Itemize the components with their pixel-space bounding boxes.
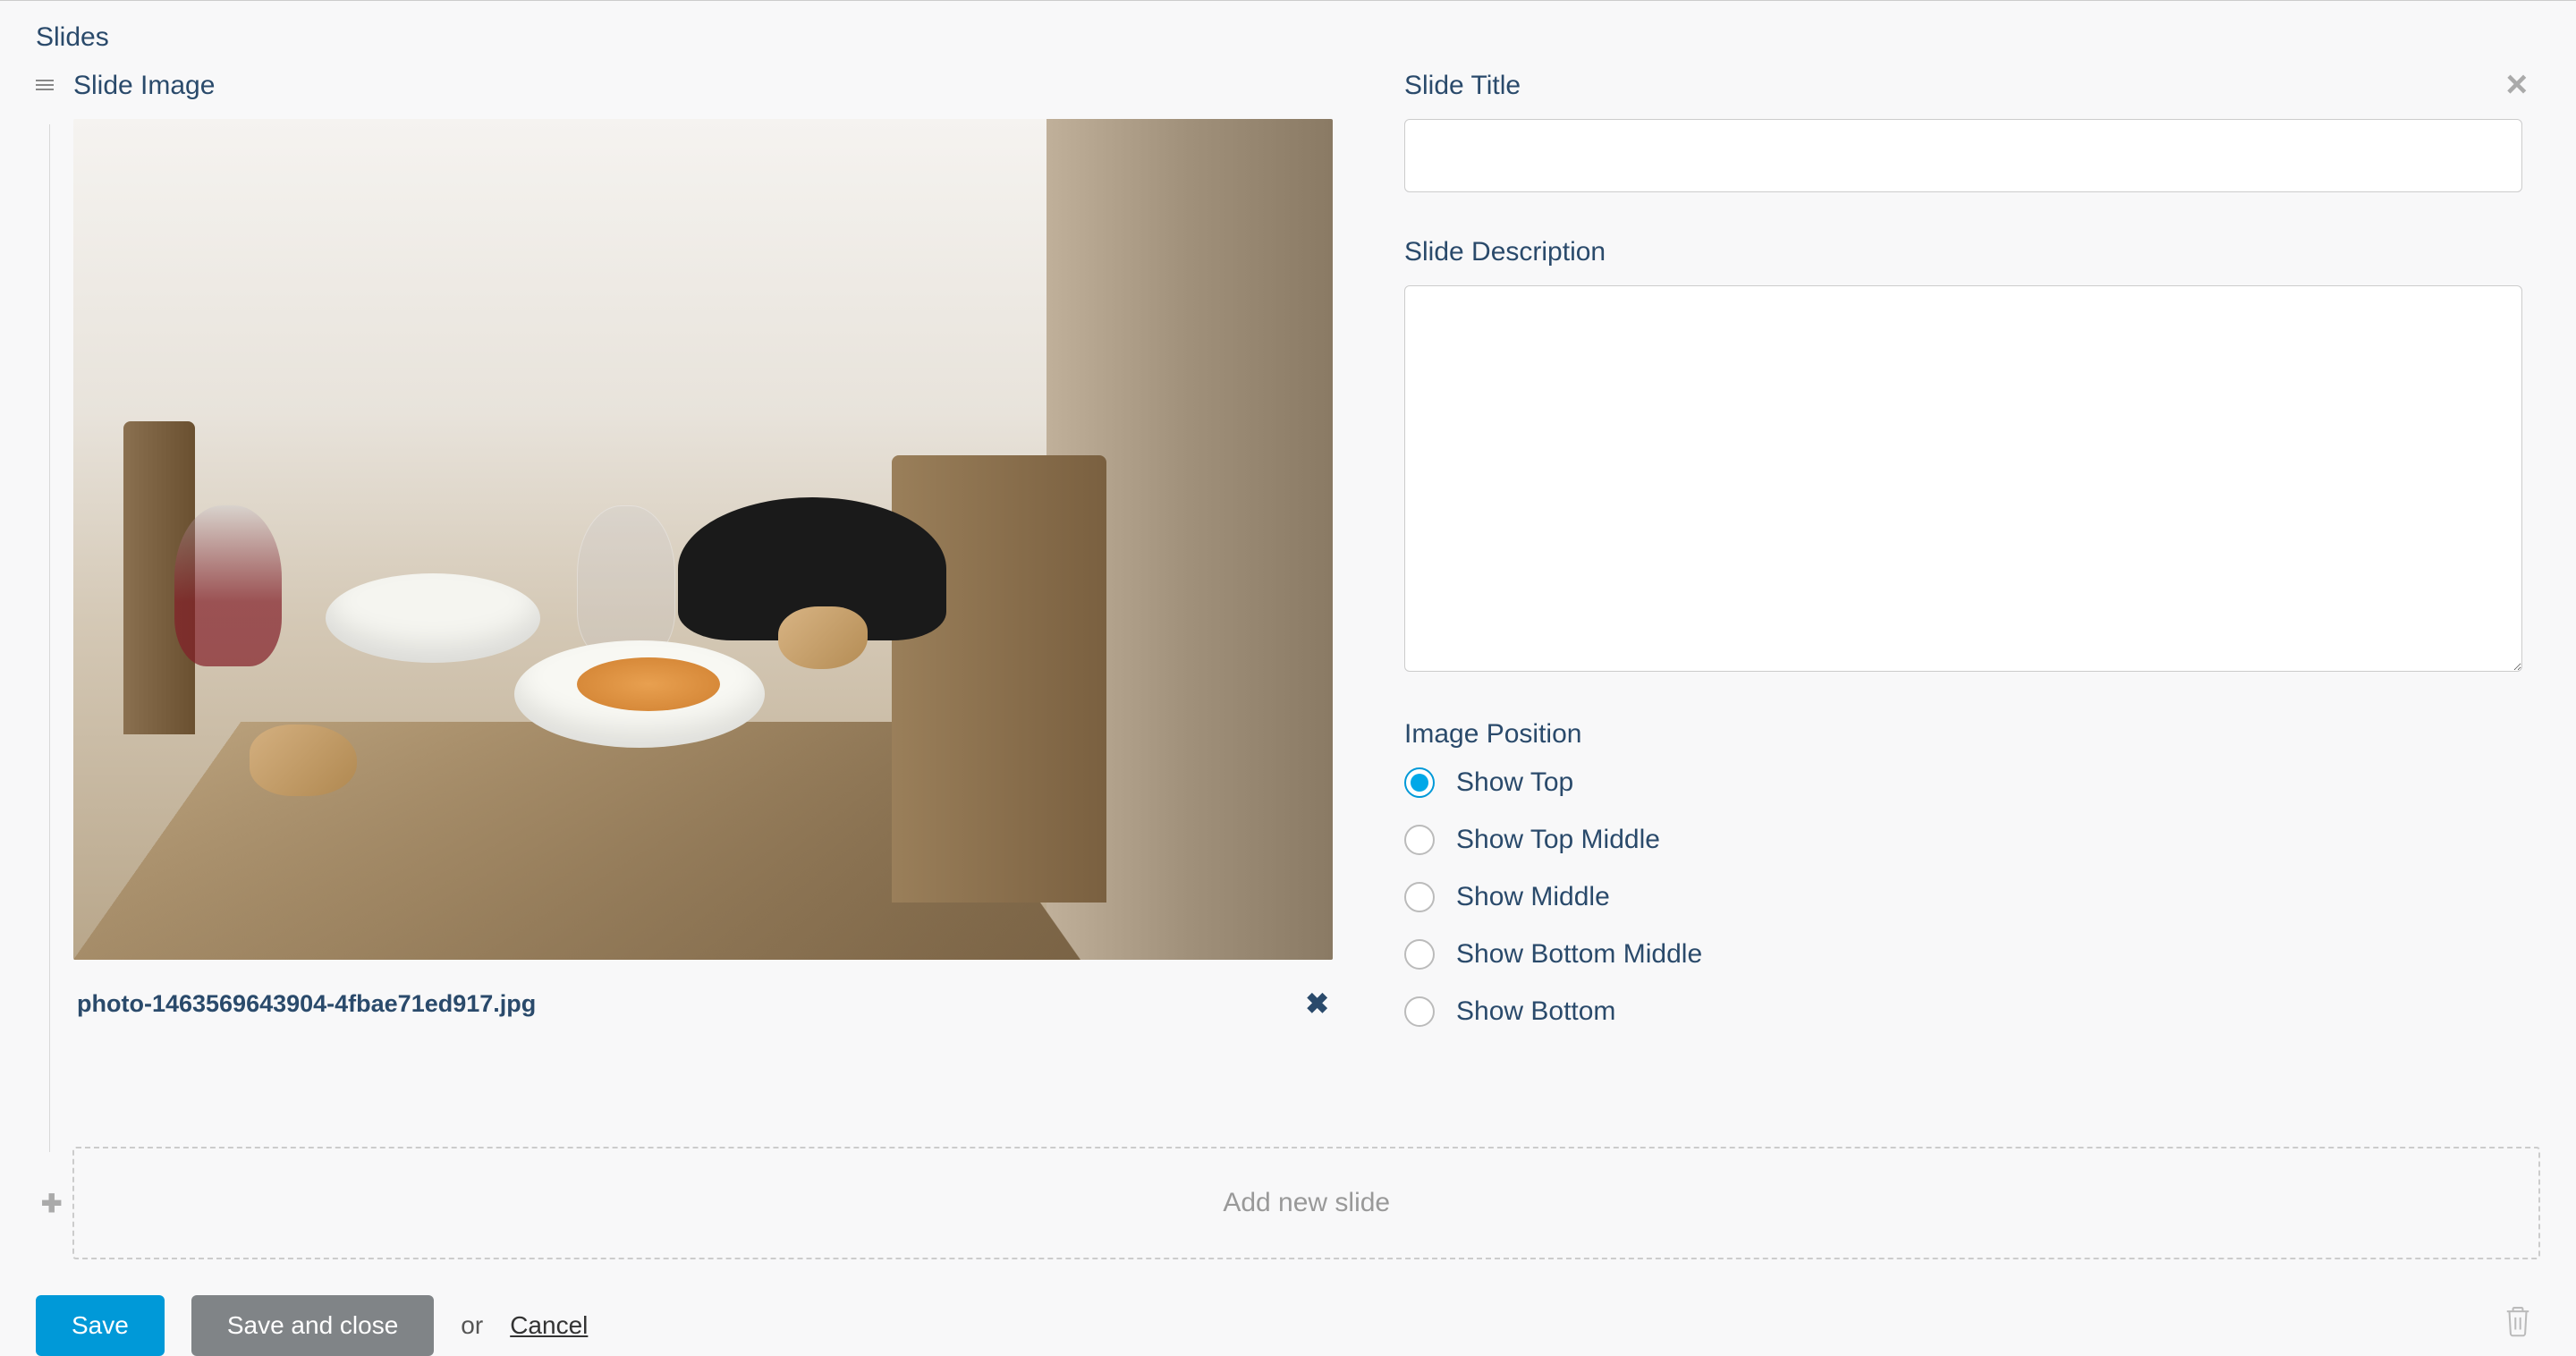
image-position-radio-group: Show Top Show Top Middle Show Middle Show B… [1404, 767, 2522, 1027]
radio-label: Show Top [1456, 767, 1573, 798]
close-slide-icon[interactable]: × [2505, 65, 2528, 103]
or-text: or [461, 1311, 483, 1340]
slide-title-input[interactable] [1404, 119, 2522, 192]
image-position-option[interactable]: Show Middle [1404, 882, 2522, 912]
slide-image-preview[interactable] [73, 119, 1333, 960]
radio-icon[interactable] [1404, 996, 1435, 1027]
add-new-slide-button[interactable]: Add new slide [72, 1147, 2540, 1259]
slide-image-filename: photo-1463569643904-4fbae71ed917.jpg [77, 990, 536, 1018]
add-slide-plus-icon[interactable]: ✚ [36, 1189, 67, 1218]
radio-label: Show Bottom [1456, 996, 1615, 1027]
radio-icon[interactable] [1404, 767, 1435, 798]
radio-label: Show Middle [1456, 882, 1610, 912]
image-position-label: Image Position [1404, 719, 2522, 750]
slide-image-label: Slide Image [73, 71, 1333, 101]
remove-image-icon[interactable]: ✖ [1305, 987, 1329, 1021]
radio-icon[interactable] [1404, 825, 1435, 855]
save-button[interactable]: Save [36, 1295, 165, 1356]
radio-label: Show Bottom Middle [1456, 939, 1702, 970]
slide-title-label: Slide Title [1404, 71, 2522, 101]
radio-icon[interactable] [1404, 882, 1435, 912]
footer-actions: Save Save and close or Cancel [36, 1259, 2540, 1356]
slide-fields-column: × Slide Title Slide Description Image Po… [1404, 71, 2540, 1072]
slides-section-label: Slides [36, 22, 2540, 53]
cancel-link[interactable]: Cancel [510, 1311, 588, 1340]
radio-icon[interactable] [1404, 939, 1435, 970]
image-position-option[interactable]: Show Bottom [1404, 996, 2522, 1027]
slide-image-column: Slide Image photo-1463569643904-4fbae71e… [36, 71, 1333, 1072]
image-position-option[interactable]: Show Top [1404, 767, 2522, 798]
trash-icon[interactable] [2503, 1304, 2540, 1347]
save-and-close-button[interactable]: Save and close [191, 1295, 434, 1356]
image-position-option[interactable]: Show Bottom Middle [1404, 939, 2522, 970]
image-position-option[interactable]: Show Top Middle [1404, 825, 2522, 855]
slide-item: Slide Image photo-1463569643904-4fbae71e… [36, 71, 2540, 1072]
slide-description-textarea[interactable] [1404, 285, 2522, 672]
slide-description-label: Slide Description [1404, 237, 2522, 267]
radio-label: Show Top Middle [1456, 825, 1660, 855]
